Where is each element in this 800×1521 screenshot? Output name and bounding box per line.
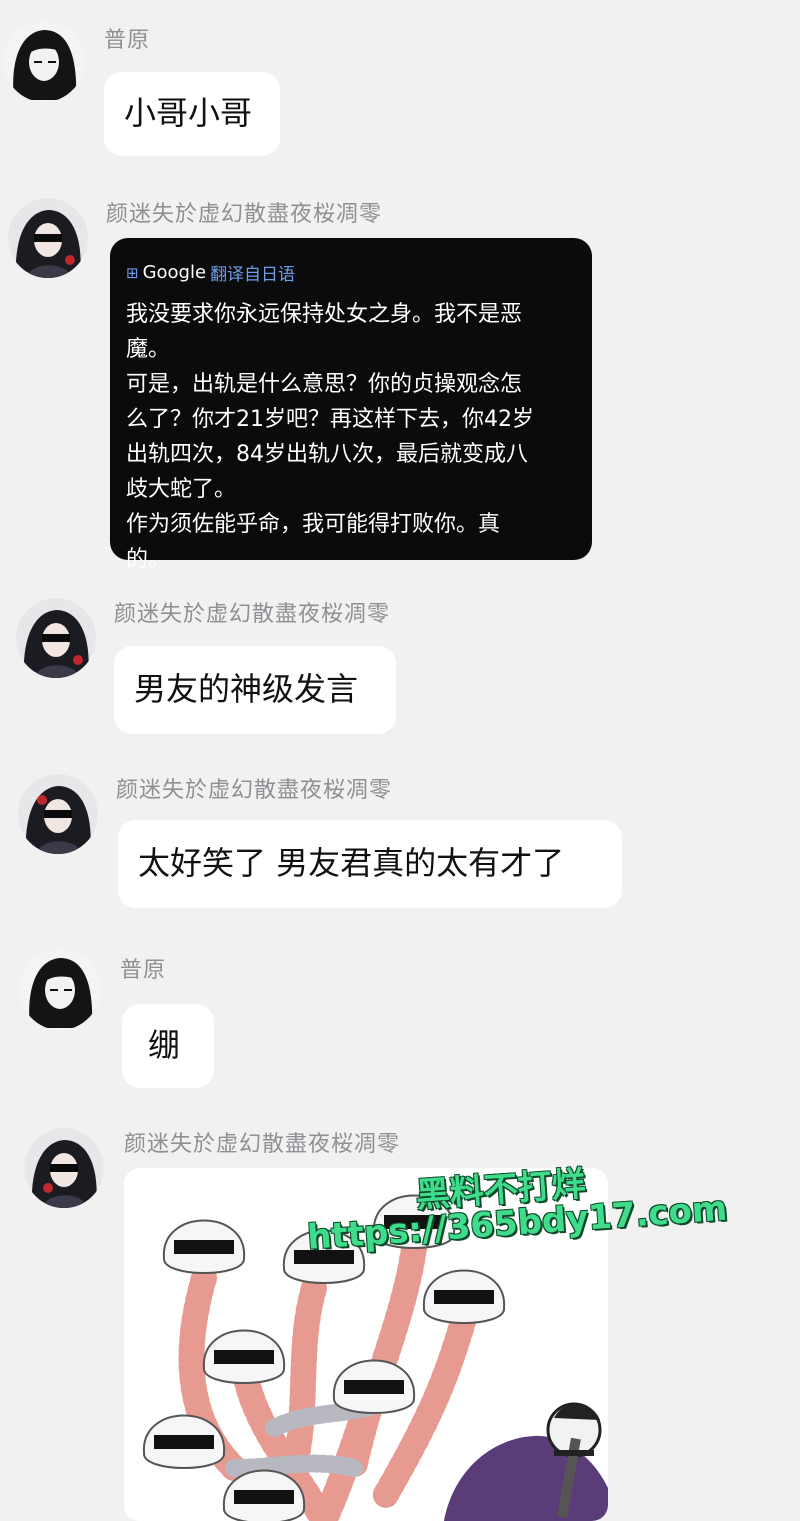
translation-line: 的。 xyxy=(126,547,171,572)
sender-name: 颜迷失於虚幻散盡夜桜凋零 xyxy=(114,602,391,627)
message-bubble[interactable]: 绷 xyxy=(122,1004,214,1088)
sender-name: 普原 xyxy=(104,28,151,53)
avatar[interactable] xyxy=(16,598,96,678)
avatar[interactable] xyxy=(18,774,98,854)
sender-name: 颜迷失於虚幻散盡夜桜凋零 xyxy=(116,778,393,803)
translation-line: 作为须佐能乎命，我可能得打败你。真 xyxy=(126,512,501,537)
translation-line: 歧大蛇了。 xyxy=(126,477,237,502)
translation-line: 出轨四次，84岁出轨八次，最后就变成八 xyxy=(126,442,528,467)
avatar[interactable] xyxy=(4,22,84,102)
translation-line: 魔。 xyxy=(126,337,171,362)
translation-label: 翻译自日语 xyxy=(210,265,296,285)
translation-line: 可是，出轨是什么意思？你的贞操观念怎 xyxy=(126,372,523,397)
sender-name: 颜迷失於虚幻散盡夜桜凋零 xyxy=(106,202,383,227)
google-brand: Google xyxy=(142,262,207,283)
avatar[interactable] xyxy=(24,1128,104,1208)
avatar[interactable] xyxy=(8,198,88,278)
avatar[interactable] xyxy=(20,950,100,1030)
sender-name: 普原 xyxy=(120,958,167,983)
translated-message-bubble[interactable]: ⊞ Google 翻译自日语 我没要求你永远保持处女之身。我不是恶 魔。 可是，… xyxy=(110,238,592,572)
translation-header[interactable]: ⊞ Google 翻译自日语 xyxy=(126,260,576,285)
translate-icon: ⊞ xyxy=(126,263,139,282)
sender-name: 颜迷失於虚幻散盡夜桜凋零 xyxy=(124,1132,401,1157)
message-bubble[interactable]: 太好笑了 男友君真的太有才了 xyxy=(118,820,622,908)
message-bubble[interactable]: 男友的神级发言 xyxy=(114,646,396,734)
translation-line: 我没要求你永远保持处女之身。我不是恶 xyxy=(126,302,523,327)
message-bubble[interactable]: 小哥小哥 xyxy=(104,72,280,156)
translation-line: 么了？你才21岁吧？再这样下去，你42岁 xyxy=(126,407,534,432)
